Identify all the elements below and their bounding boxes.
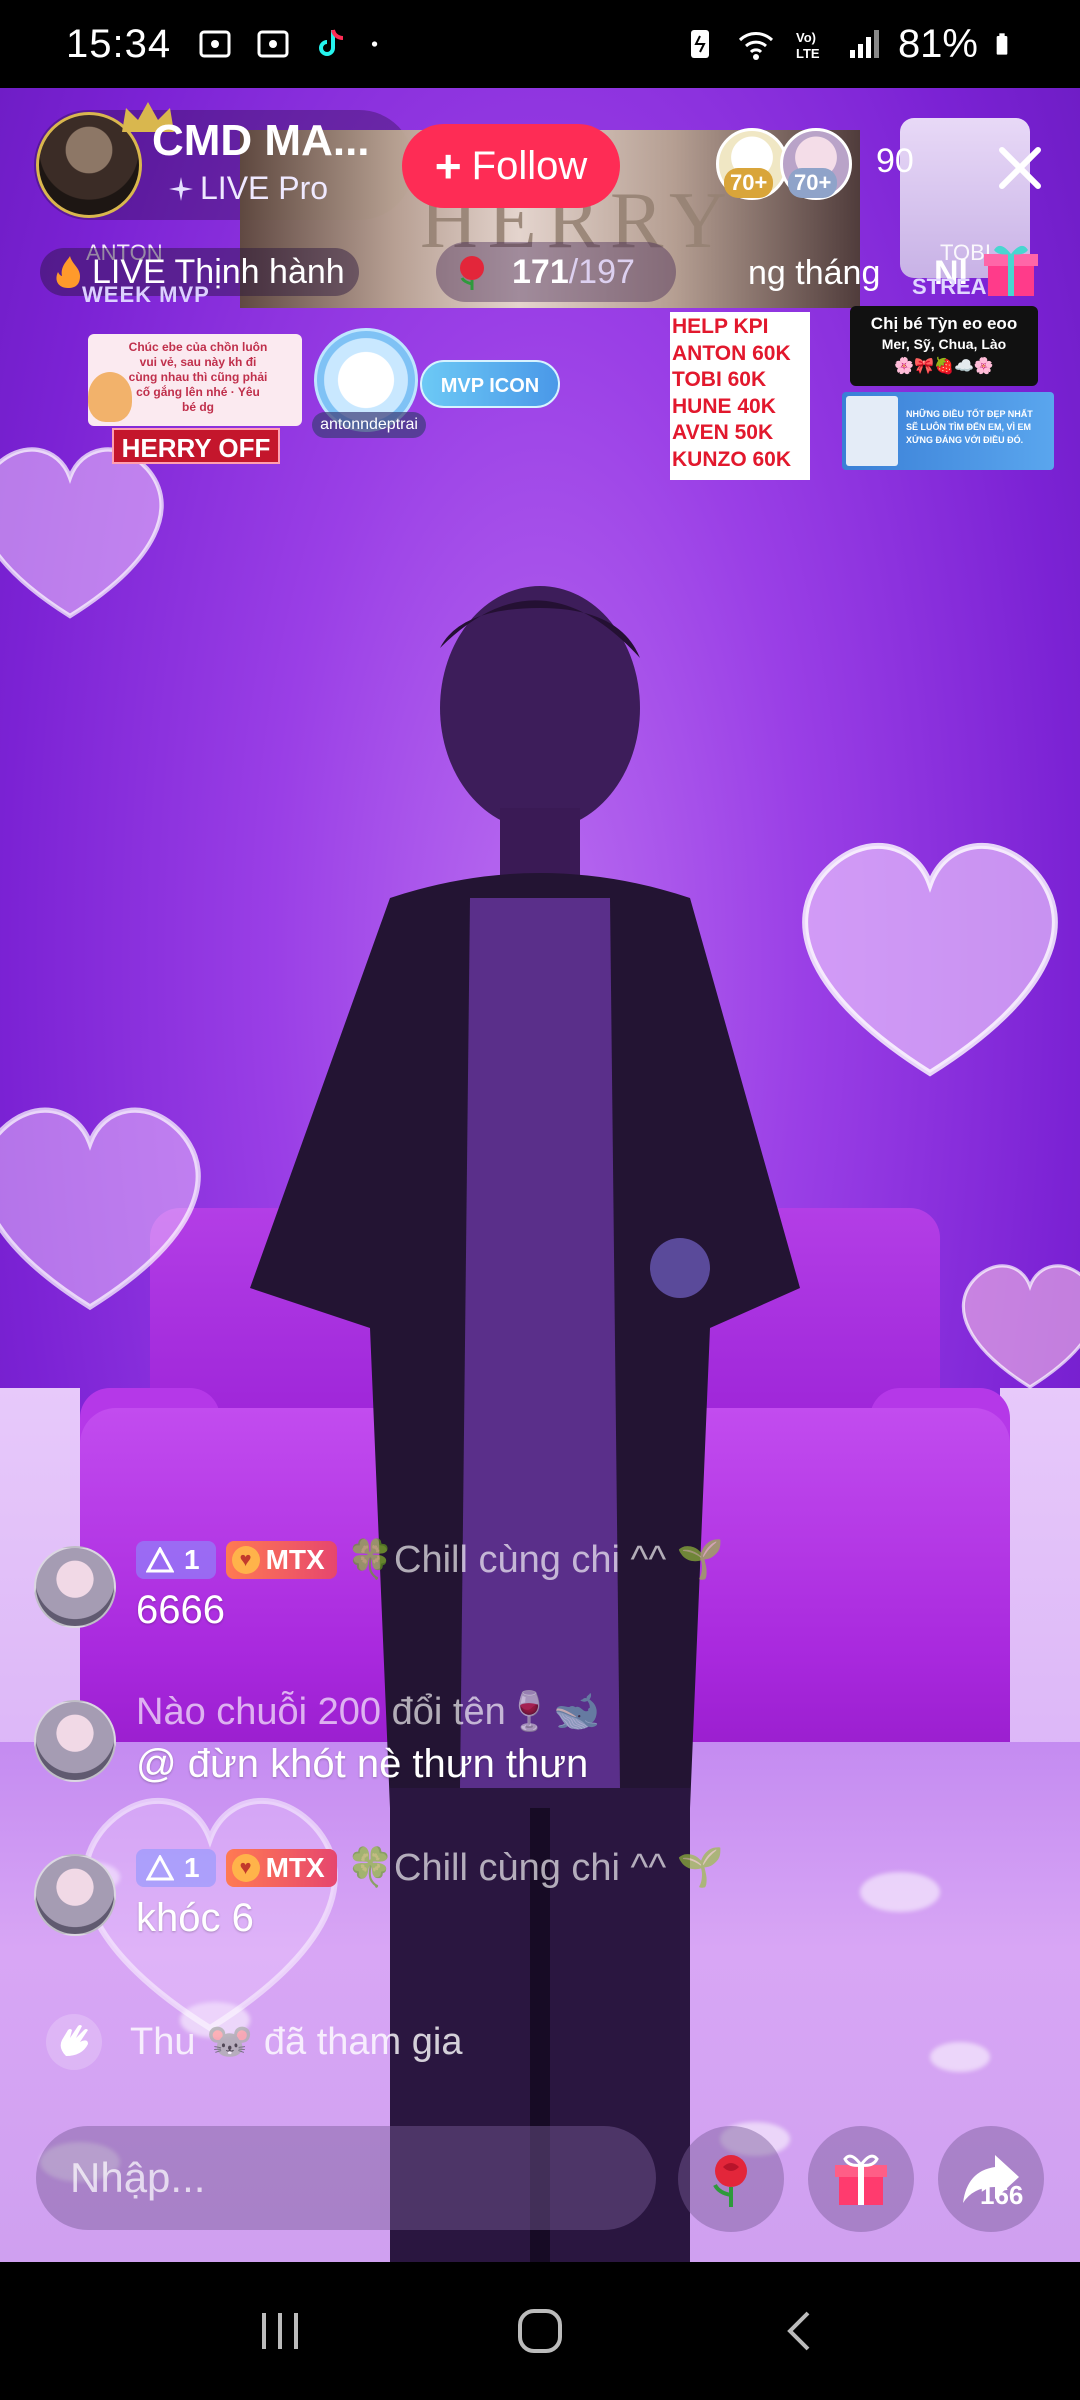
share-count: 166 bbox=[980, 2180, 1024, 2210]
fan-club-badge: ♥ MTX bbox=[225, 1541, 337, 1579]
heart-icon: ♥ bbox=[231, 1546, 260, 1574]
status-system-icons: Vo) LTE 81% bbox=[682, 22, 1018, 67]
heart-icon: ♥ bbox=[231, 1854, 260, 1882]
follow-button[interactable]: + Follow bbox=[402, 124, 620, 208]
chat-avatar[interactable] bbox=[34, 1546, 116, 1628]
kpi-line: AVEN 50K bbox=[672, 421, 774, 444]
status-notification-icons bbox=[197, 26, 387, 62]
kpi-sticker: HELP KPI ANTON 60K TOBI 60K HUNE 40K AVE… bbox=[670, 312, 810, 480]
chibe-sticker: Chị bé Tỳn eo eoo Mer, Sỹ, Chua, Lào 🌸🎀🍓… bbox=[850, 306, 1038, 386]
chat-message: 6666 bbox=[136, 1588, 225, 1632]
tiktok-icon bbox=[319, 29, 344, 56]
svg-text:Vo): Vo) bbox=[796, 30, 816, 45]
chat-message: @ đừn khót nè thưn thưn bbox=[136, 1742, 589, 1786]
chat-avatar[interactable] bbox=[34, 1700, 116, 1782]
share-button[interactable] bbox=[938, 2126, 1044, 2232]
level-icon bbox=[146, 1855, 174, 1881]
level-icon bbox=[146, 1547, 174, 1573]
chat-user-line[interactable]: 1 ♥ MTX 🍀Chill cùng chi ^^ 🌱 bbox=[136, 1538, 724, 1582]
chibe-title: Chị bé Tỳn eo eoo bbox=[870, 314, 1018, 333]
rose-icon bbox=[713, 2155, 747, 2207]
chat-user-line[interactable]: Nào chuỗi 200 đổi tên🍷🐋 bbox=[136, 1690, 600, 1734]
rose-count: 171/197 bbox=[512, 253, 635, 292]
level-number: 1 bbox=[184, 1544, 200, 1575]
screenshot-icon bbox=[257, 30, 289, 58]
level-number: 1 bbox=[184, 1852, 200, 1883]
viewer-rank-badge: 70+ bbox=[724, 168, 774, 198]
chat-message: khóc 6 bbox=[136, 1896, 254, 1940]
gift-button[interactable] bbox=[808, 2126, 914, 2232]
host-subtitle: LIVE Pro bbox=[168, 170, 328, 207]
heart-bubble-icon bbox=[0, 1107, 201, 1311]
chat-avatar[interactable] bbox=[34, 1854, 116, 1936]
screenshot-icon bbox=[199, 30, 231, 58]
mvp-username: antonndeptrai bbox=[312, 412, 426, 438]
fan-club-badge: ♥ MTX bbox=[225, 1849, 337, 1887]
viewer-rank-badge: 70+ bbox=[788, 168, 838, 198]
follow-label: Follow bbox=[471, 143, 588, 188]
sparkle-icon bbox=[169, 176, 193, 201]
recent-apps-button[interactable] bbox=[240, 2291, 320, 2371]
back-icon bbox=[787, 2311, 810, 2351]
wifi-icon bbox=[738, 32, 773, 60]
kpi-line: HUNE 40K bbox=[672, 394, 776, 418]
kpi-line: TOBI 60K bbox=[672, 368, 767, 391]
wave-hand-icon bbox=[46, 2014, 102, 2070]
chat-user-line[interactable]: 1 ♥ MTX 🍀Chill cùng chi ^^ 🌱 bbox=[136, 1846, 724, 1890]
rose-icon bbox=[460, 256, 484, 290]
fan-club-name: MTX bbox=[265, 1544, 325, 1575]
heart-bubble-icon bbox=[802, 842, 1058, 1077]
gift-icon bbox=[835, 2154, 887, 2205]
chibe-emoji: 🌸🎀🍓☁️🌸 bbox=[894, 358, 994, 375]
data-saver-icon bbox=[690, 30, 709, 58]
rose-current: 171 bbox=[512, 252, 569, 291]
week-mvp-badge: WEEK MVP bbox=[82, 282, 210, 307]
home-button[interactable] bbox=[500, 2291, 580, 2371]
cat-sticker-icon bbox=[88, 372, 132, 422]
rose-goal-pill[interactable]: 171/197 bbox=[436, 242, 676, 302]
status-time: 15:34 bbox=[66, 21, 172, 66]
heart-bubble-icon bbox=[961, 1264, 1080, 1389]
host-subtitle-text: LIVE Pro bbox=[200, 170, 329, 206]
back-button[interactable] bbox=[760, 2291, 840, 2371]
battery-percent: 81% bbox=[897, 21, 978, 66]
rose-gift-button[interactable] bbox=[678, 2126, 784, 2232]
kpi-line: HELP KPI bbox=[672, 315, 769, 338]
floor-light bbox=[930, 2042, 990, 2072]
chibe-subtitle: Mer, Sỹ, Chua, Lào bbox=[881, 336, 1007, 352]
kpi-line: ANTON 60K bbox=[672, 341, 791, 365]
dot-icon bbox=[371, 41, 378, 47]
home-icon bbox=[518, 2309, 562, 2353]
fan-club-name: MTX bbox=[265, 1852, 325, 1883]
mvp-icon-badge: MVP ICON bbox=[420, 360, 560, 408]
plus-icon: + bbox=[434, 140, 462, 192]
chat-username: 🍀Chill cùng chi ^^ 🌱 bbox=[346, 1539, 725, 1581]
streamer-silhouette bbox=[250, 586, 800, 2262]
ranking-label[interactable]: ng tháng bbox=[748, 254, 880, 293]
gift-icon[interactable] bbox=[980, 238, 1042, 300]
level-badge: 1 bbox=[136, 1541, 216, 1579]
floor-light bbox=[860, 1872, 940, 1912]
kpi-line: KUNZO 60K bbox=[672, 447, 792, 471]
rose-goal: /197 bbox=[568, 252, 635, 291]
svg-text:LTE: LTE bbox=[796, 46, 820, 61]
signal-icon bbox=[849, 30, 879, 58]
herry-off-sticker: HERRY OFF bbox=[112, 428, 280, 464]
flame-icon bbox=[56, 256, 80, 288]
join-text: Thu 🐭 đã tham gia bbox=[130, 2021, 463, 2063]
host-name[interactable]: CMD MA... bbox=[152, 116, 370, 166]
status-bar: 15:34 Vo) LTE 81% bbox=[0, 0, 1080, 88]
android-nav-bar bbox=[0, 2262, 1080, 2400]
join-notification: Thu 🐭 đã tham gia bbox=[46, 2014, 462, 2070]
viewer-count[interactable]: 90 bbox=[876, 142, 914, 181]
chat-username: Nào chuỗi 200 đổi tên🍷🐋 bbox=[136, 1691, 601, 1733]
close-icon[interactable] bbox=[990, 138, 1050, 198]
level-badge: 1 bbox=[136, 1849, 216, 1887]
volte-icon: Vo)LTE bbox=[796, 30, 820, 61]
chat-username: 🍀Chill cùng chi ^^ 🌱 bbox=[346, 1847, 725, 1889]
recent-apps-icon bbox=[262, 2313, 298, 2349]
comment-input[interactable] bbox=[36, 2126, 656, 2230]
battery-icon bbox=[996, 33, 1008, 55]
quote-photo bbox=[846, 396, 898, 466]
